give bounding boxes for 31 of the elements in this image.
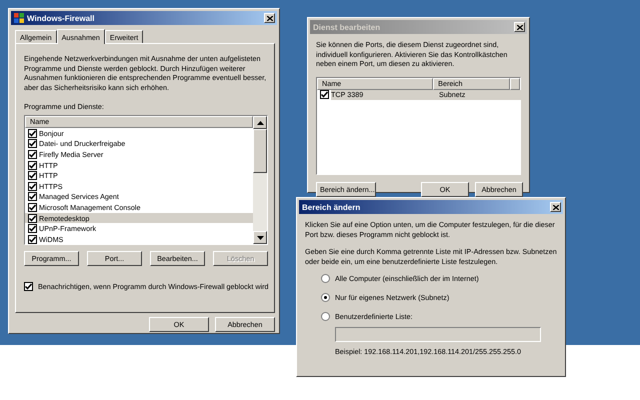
radio-button[interactable] — [321, 274, 330, 283]
checkbox[interactable] — [28, 150, 37, 159]
close-icon — [516, 24, 522, 30]
checkbox[interactable] — [28, 171, 37, 180]
checkbox[interactable] — [28, 128, 37, 138]
close-icon — [552, 204, 558, 210]
checkbox[interactable] — [320, 90, 329, 100]
checkbox[interactable] — [28, 139, 37, 148]
down-arrow-icon — [256, 236, 264, 240]
checkbox[interactable] — [28, 202, 37, 212]
close-button[interactable] — [264, 13, 275, 23]
checkbox[interactable] — [28, 182, 37, 191]
radio-button[interactable] — [321, 293, 330, 302]
close-button[interactable] — [550, 202, 561, 212]
scroll-thumb[interactable] — [253, 129, 267, 173]
checkbox[interactable] — [28, 224, 37, 234]
scrollbar[interactable] — [253, 116, 267, 244]
up-arrow-icon — [256, 120, 264, 124]
window-title: Bereich ändern — [302, 202, 360, 212]
checkbox[interactable] — [24, 282, 33, 291]
close-button[interactable] — [514, 22, 525, 32]
checkbox[interactable] — [28, 214, 37, 223]
checkbox[interactable] — [28, 234, 37, 244]
checkbox[interactable] — [28, 160, 37, 170]
radio-button[interactable] — [321, 312, 330, 321]
scroll-up-button[interactable] — [253, 116, 267, 129]
window-title: Dienst bearbeiten — [313, 22, 380, 32]
checkbox[interactable] — [28, 192, 37, 202]
close-icon — [266, 16, 272, 20]
window-title: Windows-Firewall — [27, 14, 94, 22]
scroll-down-button[interactable] — [253, 231, 267, 244]
